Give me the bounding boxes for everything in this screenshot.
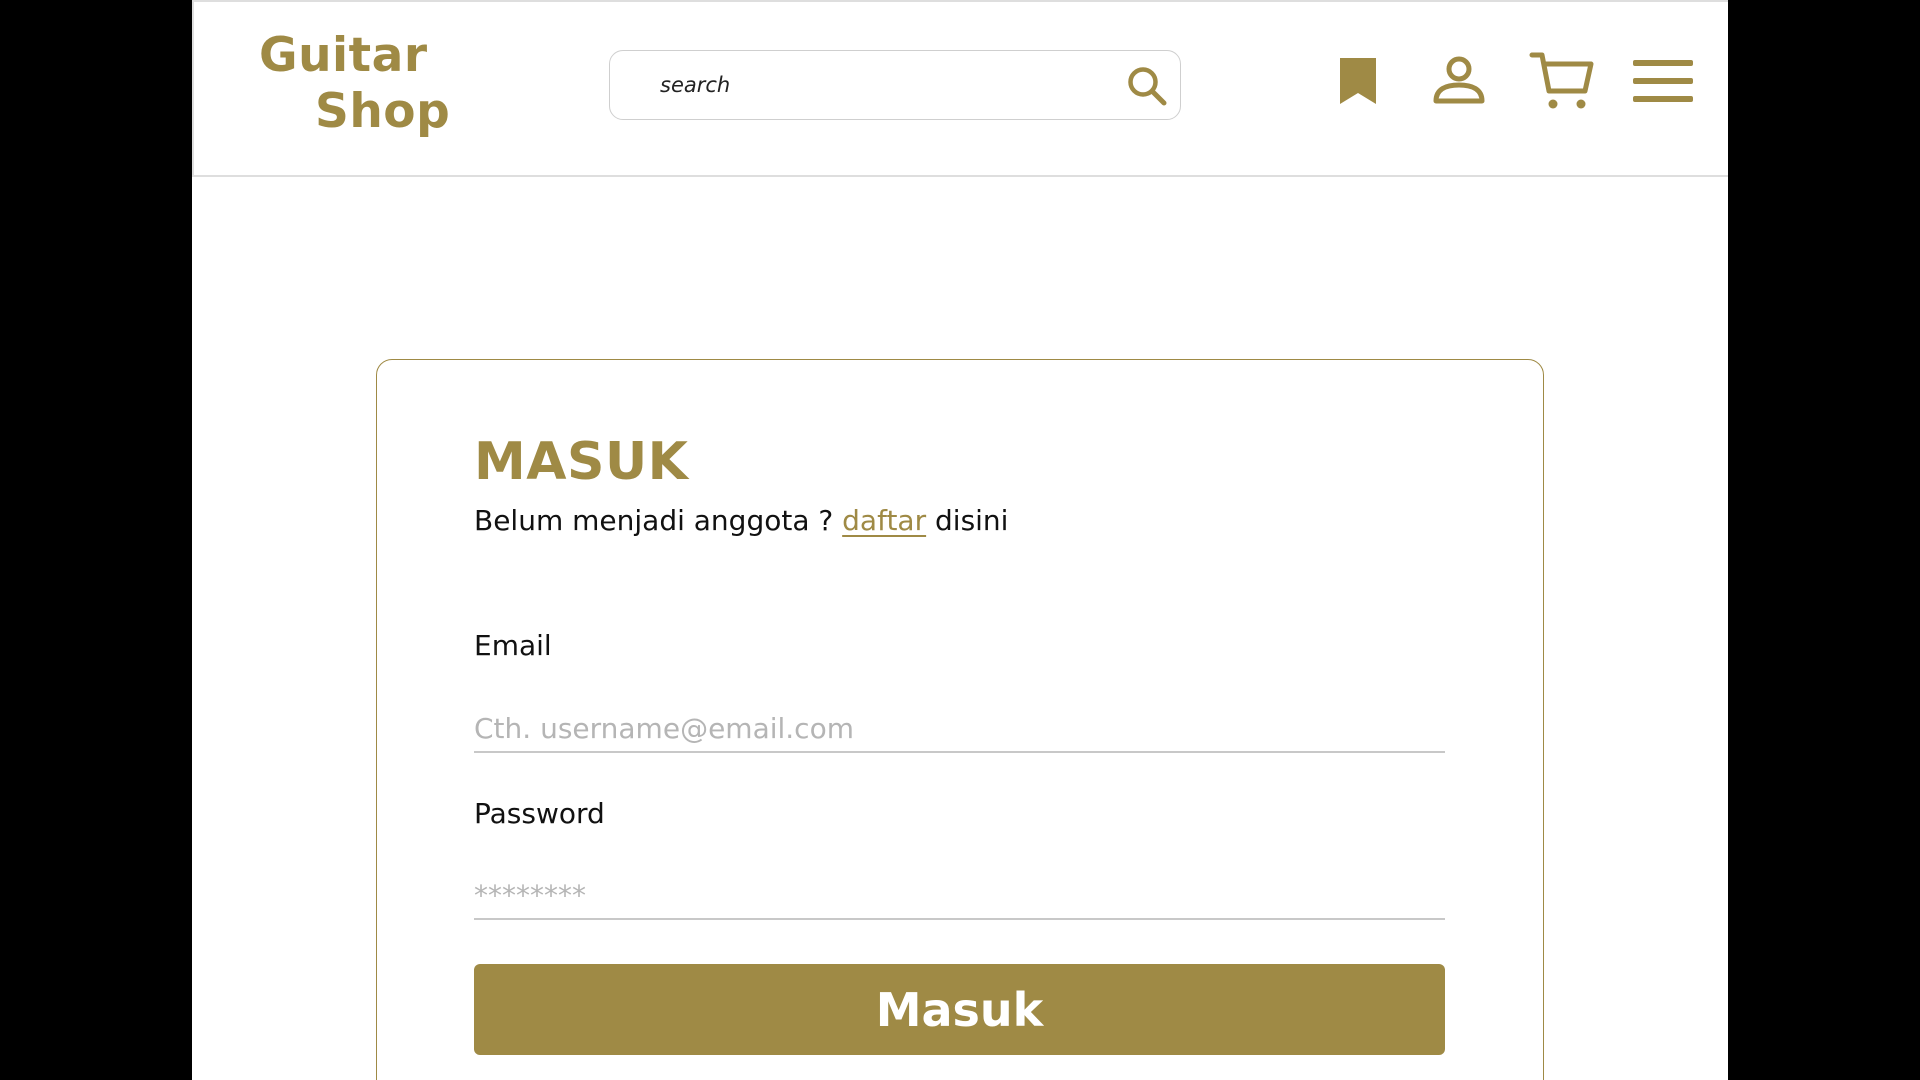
cart-icon[interactable] — [1524, 46, 1600, 116]
top-navigation-bar: Guitar Shop — [192, 0, 1728, 177]
email-field[interactable] — [474, 705, 1445, 753]
login-submit-button[interactable]: Masuk — [474, 964, 1445, 1055]
user-icon[interactable] — [1426, 46, 1492, 116]
login-title: MASUK — [474, 432, 689, 492]
password-label: Password — [474, 797, 605, 830]
bookmark-icon[interactable] — [1328, 46, 1388, 116]
register-prompt: Belum menjadi anggota ? daftar disini — [474, 502, 1008, 540]
password-field[interactable] — [474, 872, 1445, 920]
page: Guitar Shop search MASUK Belum menjadi a… — [192, 0, 1728, 1080]
register-prompt-suffix: disini — [926, 504, 1009, 537]
register-prompt-prefix: Belum menjadi anggota ? — [474, 504, 843, 537]
email-label: Email — [474, 629, 552, 662]
search-input[interactable] — [660, 63, 1090, 107]
logo-line-2: Shop — [315, 84, 451, 139]
logo-line-1: Guitar — [259, 28, 428, 83]
search-icon[interactable] — [1120, 59, 1174, 113]
register-link[interactable]: daftar — [842, 504, 926, 537]
menu-icon[interactable] — [1628, 46, 1698, 116]
login-card: MASUK Belum menjadi anggota ? daftar dis… — [376, 359, 1544, 1080]
site-logo[interactable]: Guitar Shop — [259, 28, 450, 140]
search-bar — [609, 50, 1181, 120]
